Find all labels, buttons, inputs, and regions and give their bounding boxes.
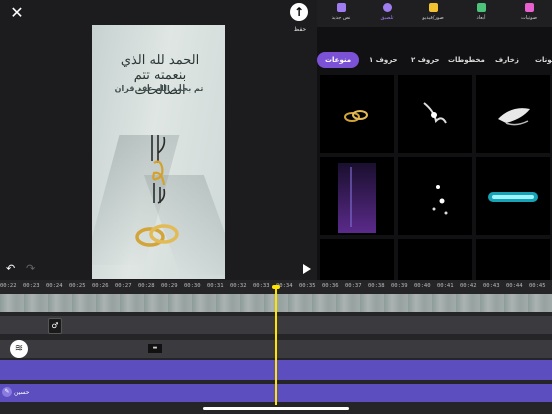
- category-ornaments[interactable]: زخارف: [495, 52, 519, 68]
- timeline-tick-label: 00:31: [207, 283, 224, 289]
- category-colored[interactable]: ملونات: [535, 52, 552, 68]
- preview-pane: ✕ ↑ حفظ الحمد لله الذي بنعمته تتم الصالح…: [0, 0, 317, 280]
- sticker-item[interactable]: [320, 157, 394, 235]
- subtitle-text[interactable]: تم بحمد الله عقد قران: [110, 84, 208, 93]
- text-clip-icon: ✎: [2, 387, 12, 397]
- tab-label: تلصيق: [380, 15, 394, 21]
- timeline-tick-label: 00:23: [23, 283, 40, 289]
- tab-new-text[interactable]: نص جديد: [321, 3, 361, 25]
- timeline-tick-label: 00:41: [437, 283, 454, 289]
- timeline-tick-label: 00:30: [184, 283, 201, 289]
- tab-media[interactable]: صور/فيديو: [413, 3, 453, 25]
- sticker-panel: صوتيات أبعاد صور/فيديو تلصيق نص جديد منو…: [317, 0, 552, 317]
- playhead[interactable]: [275, 287, 277, 405]
- timeline-tick-label: 00:37: [345, 283, 362, 289]
- butterfly-thumb-icon: [498, 108, 530, 126]
- timeline-tick-label: 00:26: [92, 283, 109, 289]
- timeline-tick-label: 00:22: [0, 283, 17, 289]
- sticker-item[interactable]: [398, 75, 472, 153]
- monogram-clip-icon[interactable]: ♂: [48, 318, 62, 334]
- undo-button[interactable]: ↶: [6, 263, 18, 275]
- category-bar: منوعات حروف ١ حروف ٢ مخطوطات زخارف ملونا…: [317, 52, 552, 68]
- timeline-tick-label: 00:45: [529, 283, 546, 289]
- category-letters-1[interactable]: حروف ١: [369, 52, 398, 68]
- rings-sticker[interactable]: [132, 221, 182, 249]
- timeline-tick-label: 00:33: [253, 283, 270, 289]
- timeline-tick-label: 00:44: [506, 283, 523, 289]
- timeline-tick-label: 00:38: [368, 283, 385, 289]
- home-indicator: [203, 407, 349, 410]
- sticker-item[interactable]: [476, 75, 550, 153]
- video-canvas[interactable]: الحمد لله الذي بنعمته تتم الصالحات تم بح…: [92, 25, 225, 279]
- sparkle-thumb-icon: [423, 102, 447, 124]
- text-clip-label[interactable]: حسين: [14, 389, 29, 396]
- text-icon: [336, 3, 346, 12]
- sticker-item[interactable]: [476, 157, 550, 235]
- dimensions-icon: [476, 3, 486, 12]
- timeline-tick-label: 00:40: [414, 283, 431, 289]
- play-button[interactable]: [302, 263, 312, 275]
- music-icon: [524, 3, 534, 12]
- category-letters-2[interactable]: حروف ٢: [411, 52, 440, 68]
- small-clip-icon[interactable]: ▬: [148, 344, 162, 353]
- save-label: حفظ: [293, 26, 307, 33]
- tab-label: صوتيات: [521, 15, 537, 21]
- sticker-grid: [320, 75, 552, 317]
- stars-thumb-icon: [432, 185, 448, 215]
- timeline-tick-label: 00:36: [322, 283, 339, 289]
- timeline-tick-label: 00:24: [46, 283, 63, 289]
- tab-audio[interactable]: صوتيات: [509, 3, 549, 25]
- tab-label: صور/فيديو: [422, 15, 444, 21]
- category-manuscripts[interactable]: مخطوطات: [448, 52, 485, 68]
- timeline-tick-label: 00:32: [230, 283, 247, 289]
- category-misc[interactable]: منوعات: [317, 52, 360, 68]
- timeline-tick-label: 00:39: [391, 283, 408, 289]
- timeline-tick-label: 00:27: [115, 283, 132, 289]
- save-button[interactable]: ↑: [290, 3, 308, 21]
- timeline-tick-label: 00:42: [460, 283, 477, 289]
- sticker-icon: [382, 3, 392, 12]
- rings-thumb-icon: [344, 110, 368, 122]
- timeline-tick-label: 00:25: [69, 283, 86, 289]
- tab-dimensions[interactable]: أبعاد: [461, 3, 501, 25]
- sticker-item[interactable]: [320, 75, 394, 153]
- calligraphy-text[interactable]: الحمد لله الذي بنعمته تتم الصالحات: [110, 53, 210, 98]
- redo-button[interactable]: ↷: [26, 263, 38, 275]
- video-editor: ✕ ↑ حفظ الحمد لله الذي بنعمته تتم الصالح…: [0, 0, 552, 414]
- tab-label: نص جديد: [331, 15, 351, 21]
- monogram-sticker[interactable]: [148, 133, 170, 205]
- close-button[interactable]: ✕: [9, 5, 25, 21]
- tool-tabs: صوتيات أبعاد صور/فيديو تلصيق نص جديد: [317, 0, 552, 27]
- tab-label: أبعاد: [476, 15, 486, 21]
- timeline-tick-label: 00:35: [299, 283, 316, 289]
- glitter-thumb-icon: [338, 163, 376, 233]
- tab-sticker[interactable]: تلصيق: [367, 3, 407, 25]
- timeline-tick-label: 00:28: [138, 283, 155, 289]
- timeline-tick-label: 00:29: [161, 283, 178, 289]
- timeline-tick-label: 00:43: [483, 283, 500, 289]
- layers-button[interactable]: ≋: [10, 340, 28, 358]
- sticker-item[interactable]: [398, 157, 472, 235]
- neon-thumb-icon: [488, 192, 538, 202]
- media-icon: [428, 3, 438, 12]
